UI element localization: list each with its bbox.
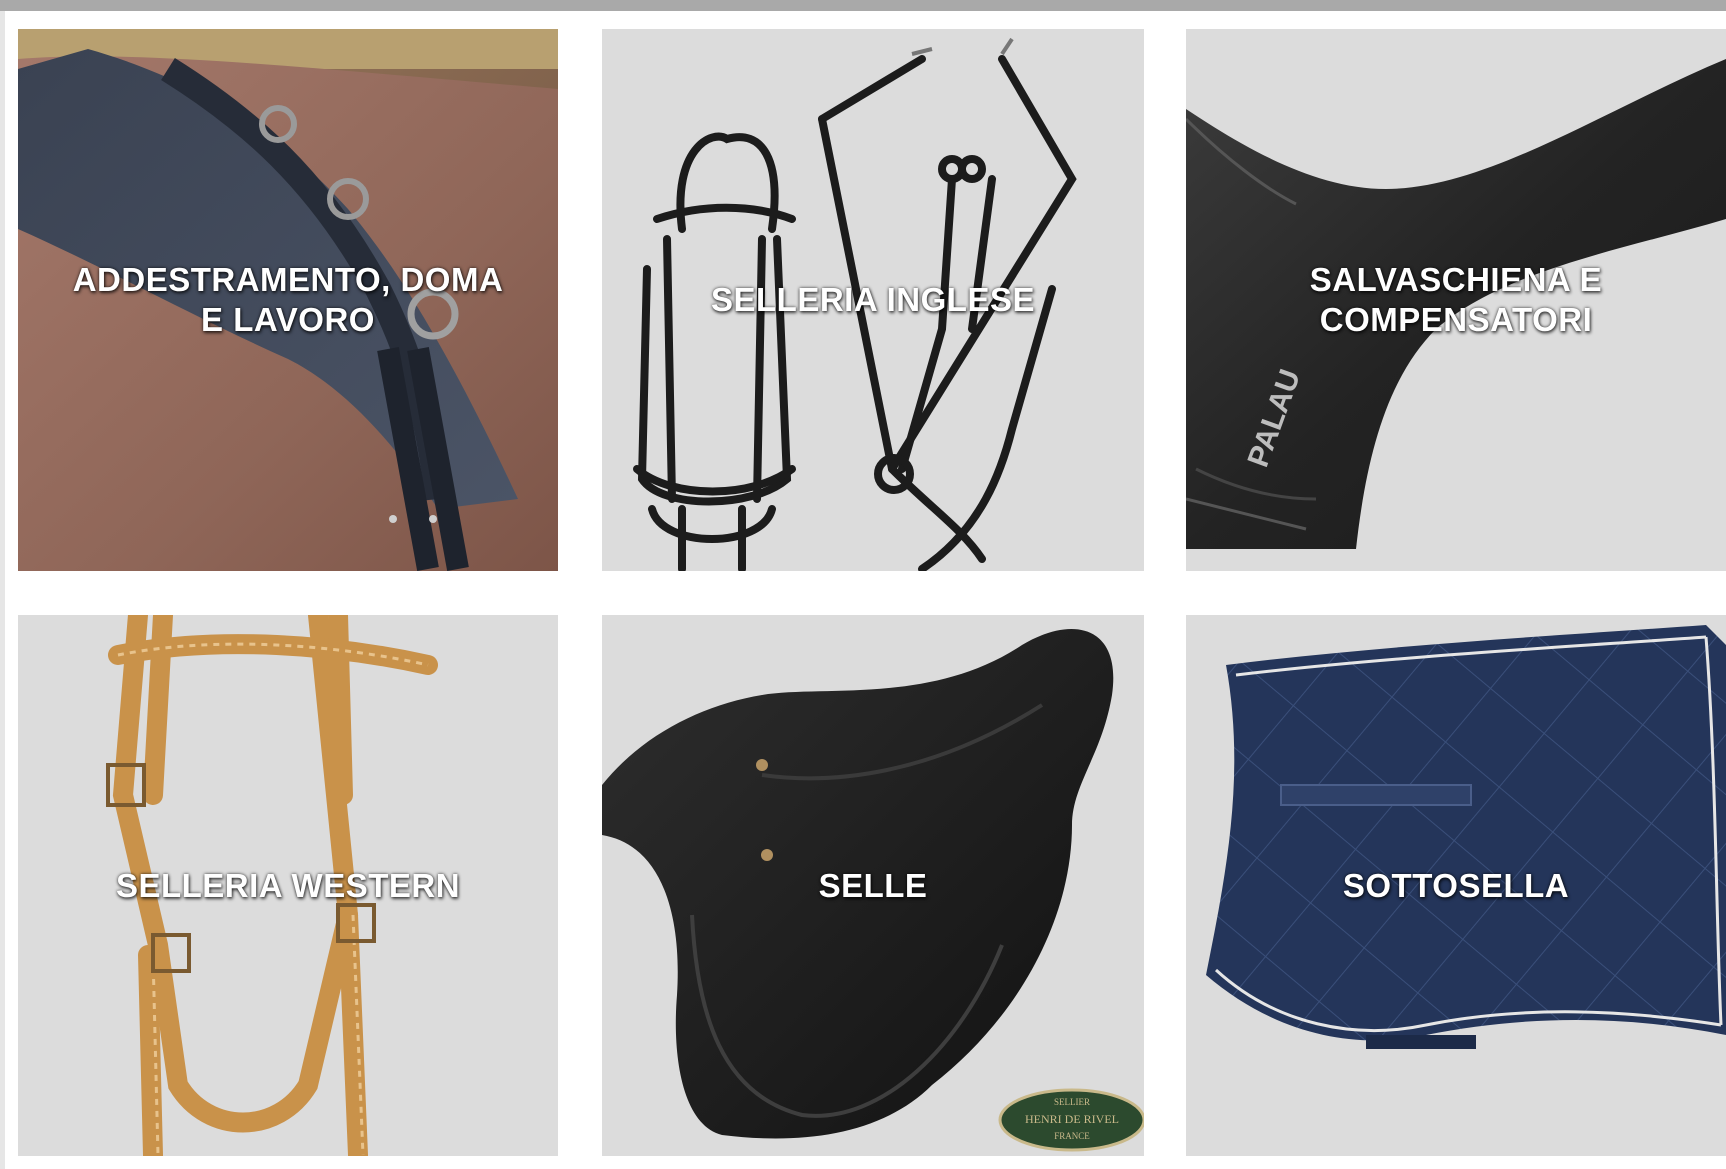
category-tile-salvaschiena[interactable]: PALAU SALVASCHIENA E COMPENSATORI [1186, 29, 1726, 571]
category-label: SOTTOSELLA [1342, 866, 1570, 904]
category-tile-selleria-western[interactable]: SELLERIA WESTERN [18, 615, 558, 1156]
svg-text:FRANCE: FRANCE [1054, 1131, 1090, 1141]
category-label: SALVASCHIENA E COMPENSATORI [1309, 261, 1603, 338]
category-tile-selleria-inglese[interactable]: SELLERIA INGLESE [602, 29, 1144, 571]
top-bar [0, 0, 1726, 11]
category-label: SELLE [818, 866, 928, 904]
category-tile-addestramento[interactable]: ADDESTRAMENTO, DOMA E LAVORO [18, 29, 558, 571]
category-tile-sottosella[interactable]: SOTTOSELLA [1186, 615, 1726, 1156]
left-edge [0, 11, 5, 1169]
category-label: ADDESTRAMENTO, DOMA E LAVORO [72, 261, 504, 338]
category-tile-selle[interactable]: SELLIER HENRI DE RIVEL FRANCE SELLE [602, 615, 1144, 1156]
svg-text:SELLIER: SELLIER [1054, 1097, 1090, 1107]
svg-text:HENRI DE RIVEL: HENRI DE RIVEL [1025, 1112, 1119, 1126]
category-label: SELLERIA WESTERN [115, 866, 461, 904]
category-label: SELLERIA INGLESE [711, 281, 1035, 318]
